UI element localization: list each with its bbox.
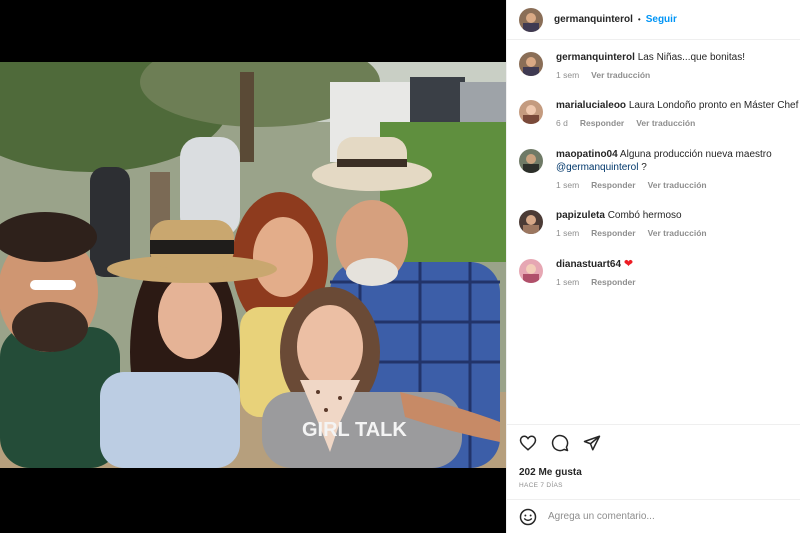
comment-mention[interactable]: @germanquinterol <box>556 162 638 173</box>
header-separator: • <box>637 15 641 24</box>
commenter-avatar[interactable] <box>519 149 543 173</box>
follow-button[interactable]: Seguir <box>646 14 677 25</box>
translate-link[interactable]: Ver traducción <box>648 180 707 190</box>
comment-text: Las Niñas...que bonitas! <box>637 52 745 63</box>
commenter-username[interactable]: dianastuart64 <box>556 259 621 270</box>
translate-link[interactable]: Ver traducción <box>591 70 650 80</box>
media-panel: GIRL TALK <box>0 0 506 533</box>
shirt-text: GIRL TALK <box>302 419 407 441</box>
comment-text-after: ? <box>641 162 647 173</box>
post-header: germanquinterol • Seguir <box>507 0 800 40</box>
comments-list[interactable]: germanquinterol Las Niñas...que bonitas!… <box>507 41 800 423</box>
post-photo[interactable]: GIRL TALK <box>0 62 506 468</box>
author-username[interactable]: germanquinterol <box>554 14 633 25</box>
translate-link[interactable]: Ver traducción <box>648 228 707 238</box>
comment-time: 1 sem <box>556 70 580 80</box>
add-comment-bar <box>507 499 800 533</box>
post-side-panel: germanquinterol • Seguir germanquinterol… <box>506 0 800 533</box>
commenter-avatar[interactable] <box>519 52 543 76</box>
like-count[interactable]: 202 Me gusta <box>519 467 582 478</box>
reply-link[interactable]: Responder <box>591 277 635 287</box>
comment-text: Laura Londoño pronto en Máster Chef <box>628 100 799 111</box>
instagram-post-view: GIRL TALK germanquinterol • Seguir germa… <box>0 0 800 533</box>
comment-time: 1 sem <box>556 228 580 238</box>
translate-link[interactable]: Ver traducción <box>636 118 695 128</box>
comment-text: Alguna producción nueva maestro <box>619 149 772 160</box>
comment-item: germanquinterol Las Niñas...que bonitas!… <box>519 51 800 80</box>
comment-input[interactable] <box>548 511 748 522</box>
post-date: HACE 7 DÍAS <box>519 482 563 489</box>
commenter-username[interactable]: papizuleta <box>556 210 605 221</box>
comment-time: 1 sem <box>556 277 580 287</box>
comment-item: maopatino04 Alguna producción nueva maes… <box>519 148 800 190</box>
commenter-avatar[interactable] <box>519 259 543 283</box>
heart-emoji-icon: ❤ <box>623 258 634 270</box>
comment-time: 6 d <box>556 118 568 128</box>
commenter-username[interactable]: germanquinterol <box>556 52 635 63</box>
reply-link[interactable]: Responder <box>591 180 635 190</box>
like-icon[interactable] <box>519 434 537 452</box>
comment-icon[interactable] <box>551 434 569 452</box>
commenter-username[interactable]: marialucialeoo <box>556 100 626 111</box>
comment-item: marialucialeoo Laura Londoño pronto en M… <box>519 99 800 128</box>
comment-time: 1 sem <box>556 180 580 190</box>
author-avatar[interactable] <box>519 7 543 32</box>
share-icon[interactable] <box>583 434 601 452</box>
comment-item: papizuleta Combó hermoso 1 sem Responder… <box>519 209 800 238</box>
comment-item: dianastuart64 ❤ 1 sem Responder <box>519 258 800 287</box>
emoji-icon[interactable] <box>519 508 537 526</box>
commenter-username[interactable]: maopatino04 <box>556 149 618 160</box>
reply-link[interactable]: Responder <box>580 118 624 128</box>
commenter-avatar[interactable] <box>519 100 543 124</box>
post-actions: 202 Me gusta HACE 7 DÍAS <box>507 424 800 499</box>
reply-link[interactable]: Responder <box>591 228 635 238</box>
comment-text: Combó hermoso <box>607 210 682 221</box>
commenter-avatar[interactable] <box>519 210 543 234</box>
